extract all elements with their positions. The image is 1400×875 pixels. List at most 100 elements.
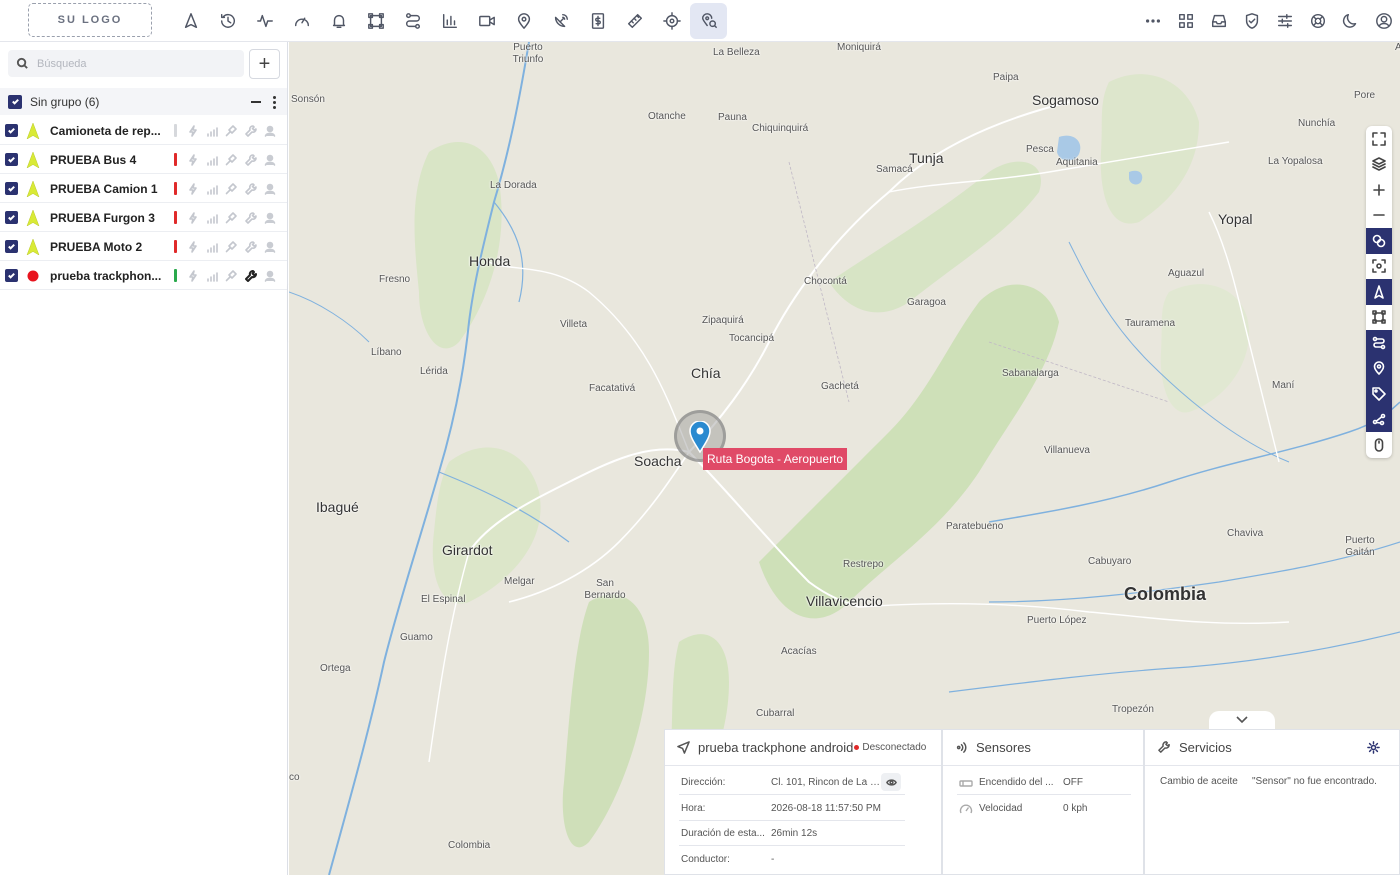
view-address-button[interactable] [881,773,901,791]
wrench-icon[interactable] [245,211,257,224]
device-row[interactable]: PRUEBA Camion 1 [0,174,287,203]
map-place-label: La Dorada [490,180,537,191]
wrench-icon[interactable] [245,240,257,253]
navigation-arrow-icon[interactable] [172,3,209,39]
map-place-label: Maní [1272,380,1295,391]
satellite-dish-icon[interactable] [542,3,579,39]
group-checkbox[interactable] [8,94,22,109]
pin-icon[interactable] [225,182,237,195]
power-icon[interactable] [187,153,199,166]
add-device-button[interactable]: + [249,49,280,79]
zoom-in-icon[interactable] [1366,177,1392,203]
route-icon[interactable] [394,3,431,39]
device-row[interactable]: PRUEBA Moto 2 [0,232,287,261]
power-icon[interactable] [187,124,199,137]
signal-icon[interactable] [206,153,218,166]
power-icon[interactable] [187,211,199,224]
search-location-icon[interactable] [690,3,727,39]
device-checkbox[interactable] [5,239,18,253]
device-checkbox[interactable] [5,210,18,224]
wrench-icon[interactable] [245,182,257,195]
route-icon[interactable] [1366,330,1392,356]
moon-icon[interactable] [1334,3,1367,39]
device-row[interactable]: prueba trackphon... [0,261,287,290]
shield-icon[interactable] [1235,3,1268,39]
device-checkbox[interactable] [5,152,18,166]
pin-icon[interactable] [225,153,237,166]
more-dots-icon[interactable] [1136,3,1169,39]
signal-icon[interactable] [206,211,218,224]
gear-icon[interactable] [1367,741,1380,754]
inbox-icon[interactable] [1202,3,1235,39]
gauge-icon[interactable] [283,3,320,39]
bell-icon[interactable] [320,3,357,39]
device-row[interactable]: PRUEBA Furgon 3 [0,203,287,232]
fullscreen-icon[interactable] [1366,126,1392,152]
device-row[interactable]: PRUEBA Bus 4 [0,145,287,174]
grid-apps-icon[interactable] [1169,3,1202,39]
driver-icon[interactable] [264,153,276,166]
route-label[interactable]: Ruta Bogota - Aeropuerto [703,448,848,470]
zoom-out-icon[interactable] [1366,203,1392,229]
group-menu-icon[interactable] [273,96,276,111]
map-place-label: Arjon [1395,42,1400,53]
toggle-info-panel-button[interactable] [1209,711,1275,729]
company-logo[interactable]: SU LOGO [28,3,152,37]
group-header[interactable]: Sin grupo (6) [0,88,287,115]
wrench-icon[interactable] [245,124,257,137]
signal-icon[interactable] [206,269,218,282]
sliders-icon[interactable] [1268,3,1301,39]
pin-icon[interactable] [225,124,237,137]
search-box[interactable] [8,50,244,77]
pin-icon[interactable] [225,240,237,253]
pin-icon[interactable] [225,211,237,224]
driver-icon[interactable] [264,240,276,253]
activity-pulse-icon[interactable] [246,3,283,39]
signal-icon[interactable] [206,182,218,195]
driver-icon[interactable] [264,182,276,195]
history-icon[interactable] [209,3,246,39]
navigation-arrow-icon[interactable] [1366,279,1392,305]
collapse-group-icon[interactable] [251,101,261,103]
map-pin-icon[interactable] [1366,355,1392,381]
focus-icon[interactable] [1366,254,1392,280]
wrench-icon[interactable] [245,153,257,166]
map-place-label: Aquitania [1056,157,1098,168]
driver-icon[interactable] [264,269,276,282]
crosshair-icon[interactable] [653,3,690,39]
dollar-document-icon[interactable] [579,3,616,39]
video-camera-icon[interactable] [468,3,505,39]
lifebuoy-icon[interactable] [1301,3,1334,39]
tag-icon[interactable] [1366,381,1392,407]
link-icon[interactable] [1366,228,1392,254]
mouse-icon[interactable] [1366,432,1392,458]
info-value: 26min 12s [771,828,818,839]
device-checkbox[interactable] [5,268,18,282]
power-icon[interactable] [187,182,199,195]
signal-icon[interactable] [206,240,218,253]
geofence-square-icon[interactable] [1366,305,1392,331]
device-checkbox[interactable] [5,123,18,137]
driver-icon[interactable] [264,211,276,224]
map-place-label: Tauramena [1125,318,1176,329]
share-nodes-icon[interactable] [1366,406,1392,432]
wrench-icon[interactable] [245,269,257,282]
bar-chart-icon[interactable] [431,3,468,39]
device-row[interactable]: Camioneta de rep... [0,116,287,145]
device-checkbox[interactable] [5,181,18,195]
map-place-label: Gachetá [821,381,859,392]
power-icon[interactable] [187,269,199,282]
driver-icon[interactable] [264,124,276,137]
layers-icon[interactable] [1366,152,1392,178]
signal-icon[interactable] [206,124,218,137]
map-place-label: Acacías [781,646,817,657]
ruler-icon[interactable] [616,3,653,39]
map-place-label: El Espinal [421,594,466,605]
map-pin-icon[interactable] [505,3,542,39]
user-account-icon[interactable] [1367,3,1400,39]
power-icon[interactable] [187,240,199,253]
pin-icon[interactable] [225,269,237,282]
geofence-square-icon[interactable] [357,3,394,39]
search-input[interactable] [37,57,227,70]
map-place-label: Chía [691,365,721,381]
